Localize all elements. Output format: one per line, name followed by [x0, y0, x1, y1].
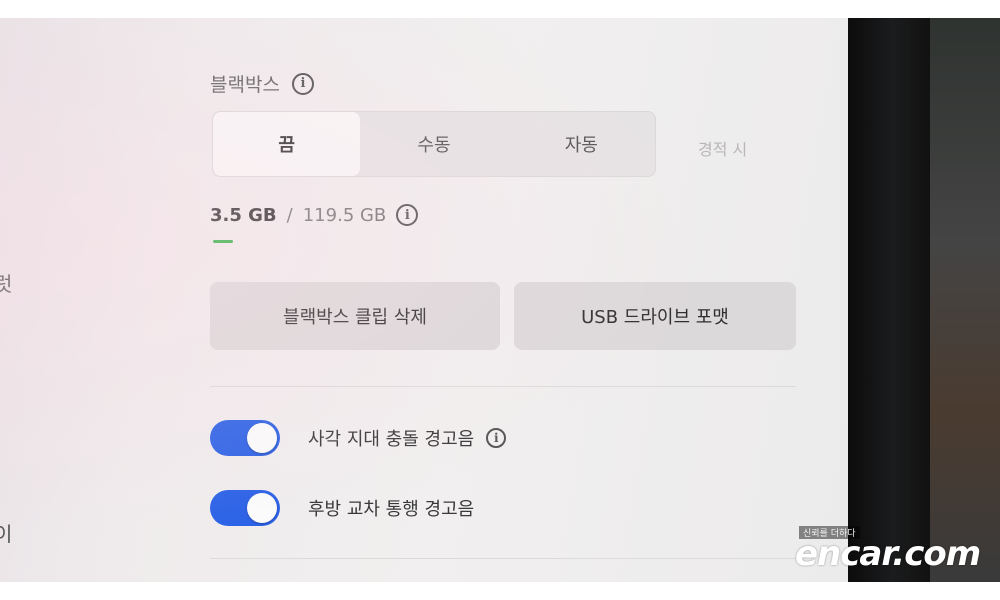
dashcam-mode-auto[interactable]: 자동	[508, 112, 655, 176]
left-sidebar-edge: l 럿 이	[0, 18, 40, 582]
blind-spot-chime-label-wrap: 사각 지대 충돌 경고음 i	[308, 425, 507, 451]
rear-cross-traffic-chime-row: 후방 교차 통행 경고음	[210, 490, 474, 526]
settings-screen: l 럿 이 블랙박스 i 끔 수동 자동 경적 시 3.5 GB / 119.5…	[0, 18, 848, 582]
watermark: 신뢰를 더하다 encar.com	[795, 524, 1000, 582]
dashcam-mode-on-honk[interactable]: 경적 시	[698, 136, 747, 160]
sidebar-fragment[interactable]: 럿	[0, 268, 12, 297]
dashcam-mode-manual[interactable]: 수동	[360, 112, 507, 176]
storage-used: 3.5 GB	[210, 204, 277, 226]
sidebar-fragment[interactable]: 이	[0, 518, 12, 547]
blind-spot-chime-toggle[interactable]	[210, 420, 280, 456]
display-bezel	[848, 18, 930, 582]
dashcam-label: 블랙박스	[210, 74, 280, 96]
dashcam-heading: 블랙박스 i	[210, 70, 314, 97]
divider	[210, 558, 796, 559]
photo-band: l 럿 이 블랙박스 i 끔 수동 자동 경적 시 3.5 GB / 119.5…	[0, 18, 1000, 582]
divider	[210, 386, 796, 387]
storage-usage: 3.5 GB / 119.5 GB i	[210, 204, 419, 226]
format-usb-button[interactable]: USB 드라이브 포맷	[514, 282, 796, 350]
blind-spot-chime-row: 사각 지대 충돌 경고음 i	[210, 420, 507, 456]
toggle-knob	[247, 493, 277, 523]
info-icon[interactable]: i	[291, 72, 314, 95]
storage-separator: /	[286, 204, 293, 226]
car-interior-background	[930, 18, 1000, 582]
toggle-knob	[247, 423, 277, 453]
rear-cross-traffic-chime-label: 후방 교차 통행 경고음	[308, 499, 475, 520]
rear-cross-traffic-chime-toggle[interactable]	[210, 490, 280, 526]
storage-total: 119.5 GB	[302, 204, 387, 226]
info-icon[interactable]: i	[396, 204, 419, 226]
blind-spot-chime-label: 사각 지대 충돌 경고음	[308, 429, 475, 450]
dashcam-mode-selector: 끔 수동 자동	[212, 111, 656, 177]
dashcam-mode-off[interactable]: 끔	[213, 112, 361, 176]
storage-usage-bar	[213, 240, 233, 243]
watermark-logo: encar.com	[795, 534, 981, 574]
delete-dashcam-clips-button[interactable]: 블랙박스 클립 삭제	[210, 282, 500, 350]
info-icon[interactable]: i	[486, 428, 507, 448]
